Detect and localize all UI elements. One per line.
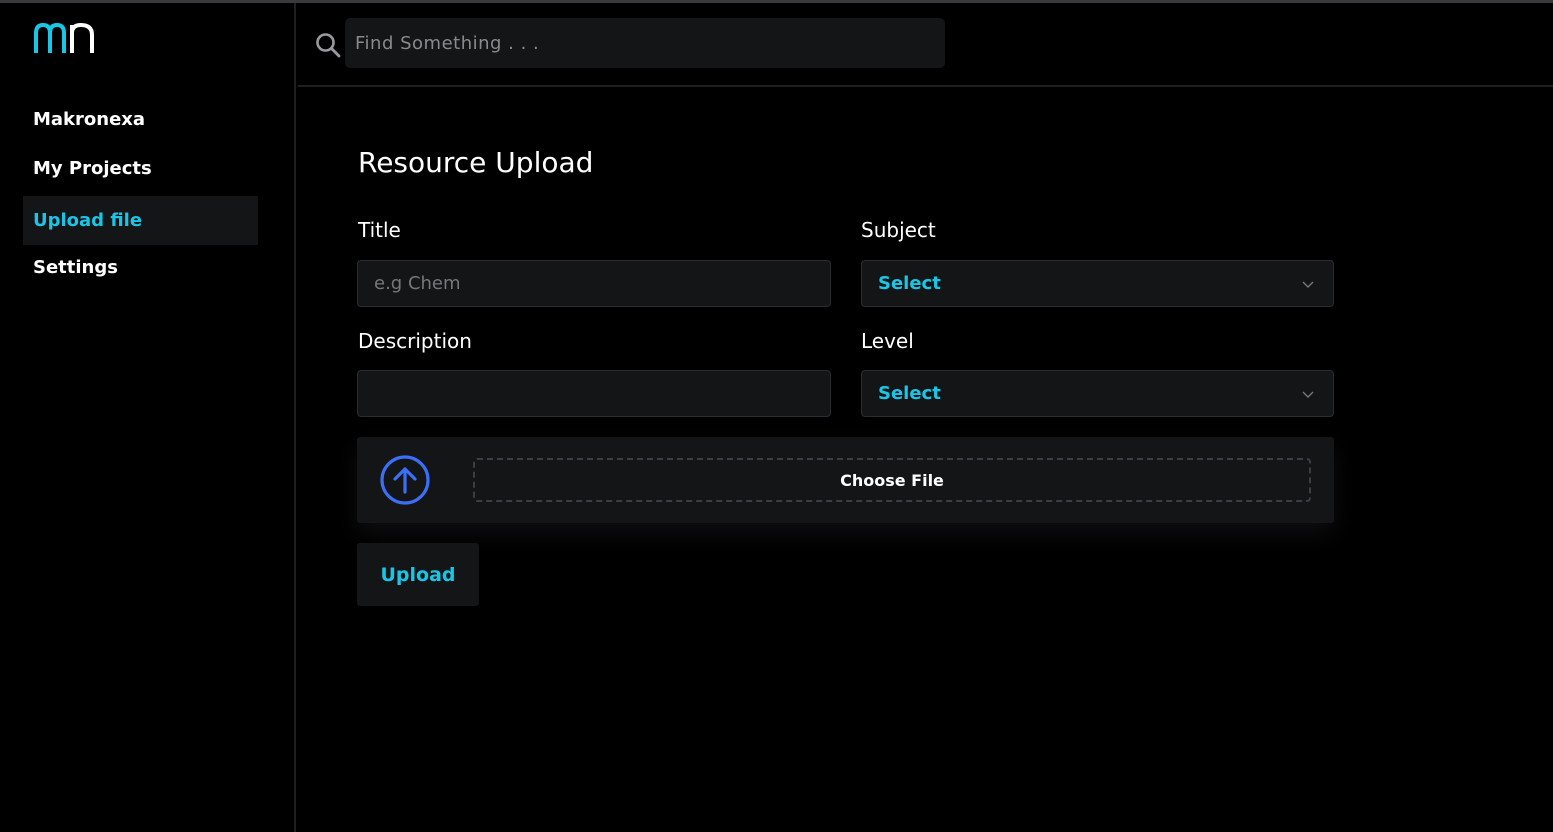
description-input[interactable]: [357, 370, 831, 417]
sidebar: Makronexa My Projects Upload file Settin…: [0, 3, 296, 832]
chevron-down-icon: [1302, 281, 1314, 288]
choose-file-button[interactable]: Choose File: [473, 458, 1311, 502]
subject-selected-value: Select: [878, 273, 941, 294]
subject-select[interactable]: Select: [861, 260, 1334, 307]
level-selected-value: Select: [878, 383, 941, 404]
level-select[interactable]: Select: [861, 370, 1334, 417]
file-upload-zone: Choose File: [357, 437, 1334, 523]
page-title: Resource Upload: [358, 146, 594, 179]
sidebar-item-label: Upload file: [33, 210, 143, 231]
choose-file-label: Choose File: [840, 470, 944, 490]
search-icon[interactable]: [315, 32, 341, 58]
chevron-down-icon: [1302, 391, 1314, 398]
sidebar-item-label: My Projects: [33, 158, 152, 179]
title-label: Title: [358, 218, 401, 242]
sidebar-item-label: Makronexa: [33, 109, 146, 130]
sidebar-item-upload-file[interactable]: Upload file: [23, 196, 258, 245]
mn-logo-icon[interactable]: [32, 19, 98, 55]
description-label: Description: [358, 329, 472, 353]
title-input[interactable]: [357, 260, 831, 307]
sidebar-item-makronexa[interactable]: Makronexa: [23, 95, 258, 144]
subject-label: Subject: [861, 218, 936, 242]
sidebar-item-label: Settings: [33, 257, 118, 278]
upload-button[interactable]: Upload: [357, 543, 479, 606]
sidebar-item-my-projects[interactable]: My Projects: [23, 144, 258, 193]
level-label: Level: [861, 329, 914, 353]
sidebar-item-settings[interactable]: Settings: [23, 243, 258, 292]
search-input[interactable]: [345, 18, 945, 68]
top-bar: [298, 3, 1553, 87]
arrow-up-circle-icon[interactable]: [379, 454, 431, 506]
